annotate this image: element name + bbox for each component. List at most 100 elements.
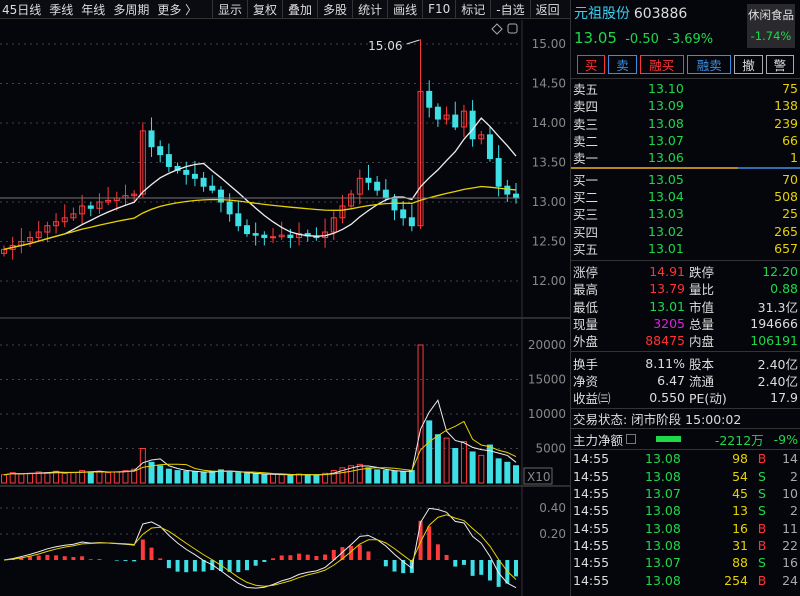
tick-row: 14:55 13.07 88 S 16 [571, 554, 800, 571]
stat-label: 股本 [689, 356, 715, 372]
trade-button[interactable]: 融卖 [687, 55, 732, 74]
toolbar-button[interactable]: -自选 [490, 0, 529, 18]
level-label: 买二 [573, 189, 599, 205]
diamond-icon[interactable] [491, 23, 503, 35]
panel-toggle-icon[interactable] [507, 23, 518, 34]
macd-bar [71, 557, 76, 560]
period-tab[interactable]: 多周期 [113, 1, 149, 18]
stat-value: 13.01 [649, 298, 685, 314]
macd-bar [123, 560, 128, 561]
toolbar-button[interactable]: 复权 [247, 0, 282, 18]
toolbar-button[interactable]: F10 [422, 0, 455, 18]
candle-body [374, 181, 381, 191]
list-icon[interactable] [626, 434, 637, 445]
tick-price: 13.07 [645, 555, 681, 571]
macd-bar [427, 526, 432, 560]
volume-bar [200, 472, 207, 484]
book-row[interactable]: 卖一 13.06 1 [571, 149, 800, 166]
bid-book: 买一 13.05 70 买二 13.04 508 买三 13.03 25 买四 13.02 265 买五… [571, 170, 800, 257]
macd-bar [323, 554, 328, 560]
volume-tick-label: 10000 [528, 407, 566, 421]
trade-button[interactable]: 买 [577, 55, 606, 74]
toolbar-button[interactable]: 显示 [212, 0, 247, 18]
candle-body [243, 225, 250, 235]
toolbar-button[interactable]: 标记 [455, 0, 490, 18]
book-row[interactable]: 买四 13.02 265 [571, 222, 800, 240]
volume-bar [365, 467, 372, 484]
volume-bar [122, 470, 129, 484]
stat-row: 涨停 14.91 跌停 12.20 [571, 263, 800, 280]
kline-chart[interactable]: 15.00 14.50 14.00 13.50 13.00 12.50 12.00 15.06… [0, 20, 570, 596]
macd-bar [80, 556, 85, 560]
sector-badge[interactable]: 休闲食品 -1.74% [747, 4, 795, 48]
macd-bar [487, 560, 492, 581]
book-row[interactable]: 买二 13.04 508 [571, 188, 800, 205]
trade-button[interactable]: 撤 [734, 55, 763, 74]
toolbar: 45日线 季线 年线 多周期 更多 〉 显示 复权 叠加 多股 统计 画线 F10 标记 -自选 返回 [0, 0, 570, 19]
level-volume: 508 [774, 188, 798, 204]
stat-value: 2.40亿 [757, 356, 798, 372]
tick-count: 24 [782, 572, 798, 588]
volume-bar [70, 472, 77, 484]
macd-bar [479, 560, 484, 575]
level-price: 13.09 [648, 98, 684, 114]
volume-bar [374, 469, 381, 484]
level-label: 卖三 [573, 116, 599, 132]
period-tab[interactable]: 更多 〉 [157, 1, 197, 18]
stat-value: 0.550 [649, 390, 685, 406]
trade-button[interactable]: 融买 [639, 55, 684, 74]
quote-panel: 元祖股份 603886 13.05 -0.50 -3.69% 休闲食品 -1.7… [570, 0, 800, 596]
tick-price: 13.08 [645, 572, 681, 588]
toolbar-button[interactable]: 多股 [317, 0, 352, 18]
tick-time: 14:55 [573, 520, 610, 536]
book-row[interactable]: 卖三 13.08 239 [571, 115, 800, 132]
macd-bar [435, 544, 440, 560]
candle-body [452, 114, 459, 128]
macd-bar [236, 560, 241, 573]
stock-name: 元祖股份 [574, 6, 630, 22]
volume-tick-label: 15000 [528, 373, 566, 387]
stat-value: 3205 [653, 316, 685, 331]
candle-body [382, 189, 389, 199]
stat-label: 最低 [573, 299, 599, 315]
stat-value: 13.79 [649, 281, 685, 297]
macd-bar [175, 560, 180, 572]
candle-body [235, 213, 242, 227]
stat-label: 总量 [689, 317, 715, 333]
book-row[interactable]: 卖四 13.09 138 [571, 97, 800, 114]
fundamentals-block: 换手 8.11% 股本 2.40亿 净资 6.47 流通 2.40亿 收益㈢ 0.550 PE(动)… [571, 351, 800, 406]
tick-price: 13.07 [645, 486, 681, 502]
toolbar-button[interactable]: 叠加 [282, 0, 317, 18]
level-volume: 75 [782, 81, 798, 97]
book-row[interactable]: 买五 13.01 657 [571, 240, 800, 257]
book-row[interactable]: 买三 13.03 25 [571, 205, 800, 222]
book-row[interactable]: 卖五 13.10 75 [571, 80, 800, 97]
trade-button[interactable]: 卖 [608, 55, 637, 74]
book-row[interactable]: 买一 13.05 70 [571, 170, 800, 188]
volume-bar [174, 470, 181, 484]
period-tab[interactable]: 季线 [49, 1, 73, 18]
level-label: 买四 [573, 224, 599, 240]
stat-value: 6.47 [657, 372, 685, 388]
period-tab[interactable]: 45日线 [2, 1, 41, 18]
tick-price: 13.08 [645, 451, 681, 467]
price-change: -0.50 [625, 32, 659, 47]
tick-count: 22 [782, 537, 798, 553]
tick-count: 16 [782, 555, 798, 571]
book-row[interactable]: 卖二 13.07 66 [571, 132, 800, 149]
tick-volume: 16 [732, 520, 748, 536]
level-price: 13.05 [648, 171, 684, 187]
main-flow[interactable]: 主力净额 -2212万 -9% [571, 428, 800, 449]
volume-bar [105, 472, 112, 484]
trade-button[interactable]: 警 [765, 55, 794, 74]
toolbar-button[interactable]: 统计 [352, 0, 387, 18]
period-tab[interactable]: 年线 [81, 1, 105, 18]
macd-bar [244, 560, 249, 571]
toolbar-button[interactable]: 画线 [387, 0, 422, 18]
toolbar-button[interactable]: 返回 [529, 0, 565, 18]
stat-value: 194666 [750, 316, 798, 331]
volume-bar [157, 465, 164, 484]
macd-bar [45, 554, 50, 560]
candle-body [200, 177, 207, 187]
tick-list[interactable]: 14:55 13.08 98 B 14 14:55 13.08 54 S 2 14:55 13.07 4… [571, 449, 800, 588]
